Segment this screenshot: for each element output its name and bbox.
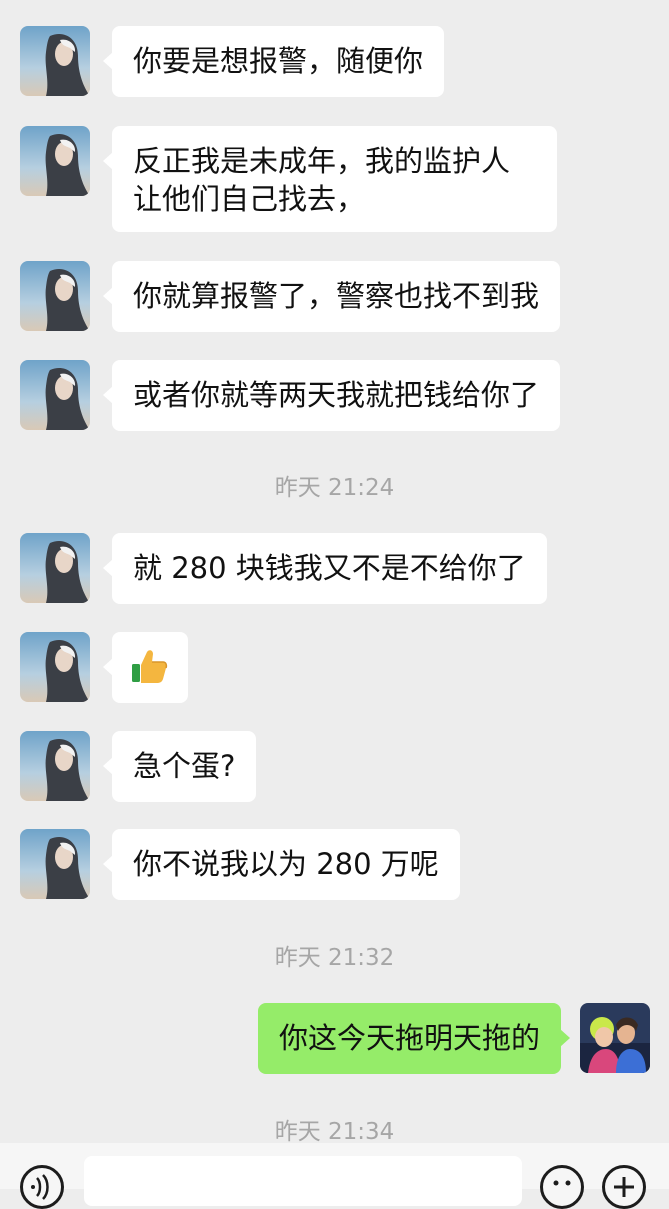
message-input[interactable] <box>84 1156 522 1206</box>
emoji-icon[interactable] <box>540 1165 584 1209</box>
contact-avatar[interactable] <box>20 632 90 702</box>
message-bubble[interactable]: 就 280 块钱我又不是不给你了 <box>103 533 547 604</box>
voice-icon[interactable] <box>20 1165 64 1209</box>
message-bubble[interactable]: 急个蛋? <box>102 731 257 802</box>
contact-avatar[interactable] <box>20 126 90 196</box>
contact-avatar[interactable] <box>20 360 90 430</box>
message-bubble-outgoing[interactable]: 你这今天拖明天拖的 <box>257 1003 571 1074</box>
message-bubble[interactable]: 你不说我以为 280 万呢 <box>103 829 460 900</box>
my-avatar[interactable] <box>580 1003 650 1073</box>
message-bubble[interactable]: 你要是想报警，随便你 <box>102 26 445 97</box>
thumbs-up-emoji-icon <box>130 650 168 691</box>
message-bubble[interactable]: 你就算报警了，警察也找不到我 <box>102 261 561 332</box>
timestamp: 昨天 21:32 <box>274 945 395 971</box>
contact-avatar[interactable] <box>20 829 90 899</box>
contact-avatar[interactable] <box>20 731 90 801</box>
message-bubble[interactable]: 反正我是未成年，我的监护人让他们自己找去， <box>103 126 557 232</box>
timestamp: 昨天 21:24 <box>274 475 395 501</box>
contact-avatar[interactable] <box>20 261 90 331</box>
contact-avatar[interactable] <box>20 26 90 96</box>
input-bar <box>0 1143 669 1209</box>
message-bubble[interactable]: 或者你就等两天我就把钱给你了 <box>102 360 561 431</box>
plus-icon[interactable] <box>602 1165 646 1209</box>
contact-avatar[interactable] <box>20 533 90 603</box>
message-bubble[interactable] <box>103 632 188 703</box>
